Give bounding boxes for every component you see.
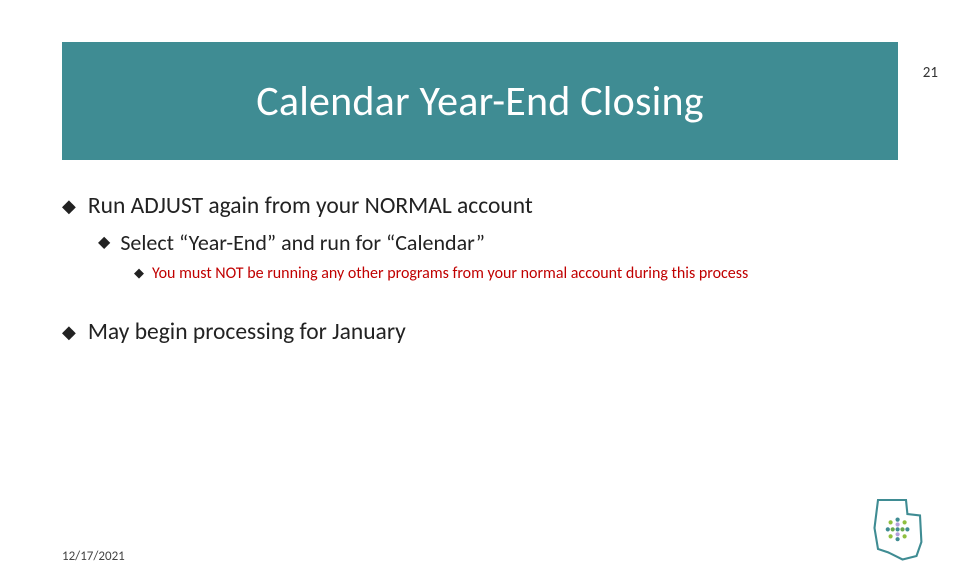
slide-body: ◆ Run ADJUST again from your NORMAL acco… — [0, 160, 960, 348]
bullet-level-2: ◆ Select “Year-End” and run for “Calenda… — [98, 228, 898, 258]
diamond-bullet-icon: ◆ — [62, 190, 76, 222]
bullet-level-1: ◆ Run ADJUST again from your NORMAL acco… — [62, 190, 898, 222]
bullet-level-1: ◆ May begin processing for January — [62, 316, 898, 348]
slide-number: 21 — [923, 64, 938, 82]
footer-date: 12/17/2021 — [62, 549, 125, 564]
ohio-logo-icon — [864, 493, 934, 568]
diamond-bullet-icon: ◆ — [134, 262, 144, 286]
slide: 21 Calendar Year-End Closing ◆ Run ADJUS… — [0, 42, 960, 582]
diamond-bullet-icon: ◆ — [62, 316, 76, 348]
bullet-text: May begin processing for January — [88, 316, 406, 348]
spacer — [62, 296, 898, 316]
warning-text: You must NOT be running any other progra… — [152, 262, 748, 286]
bullet-text: Select “Year-End” and run for “Calendar” — [120, 228, 485, 258]
title-band: Calendar Year-End Closing — [62, 42, 898, 160]
diamond-bullet-icon: ◆ — [98, 228, 110, 258]
bullet-level-3: ◆ You must NOT be running any other prog… — [134, 262, 898, 286]
slide-title: Calendar Year-End Closing — [256, 76, 703, 127]
bullet-text: Run ADJUST again from your NORMAL accoun… — [88, 190, 533, 222]
